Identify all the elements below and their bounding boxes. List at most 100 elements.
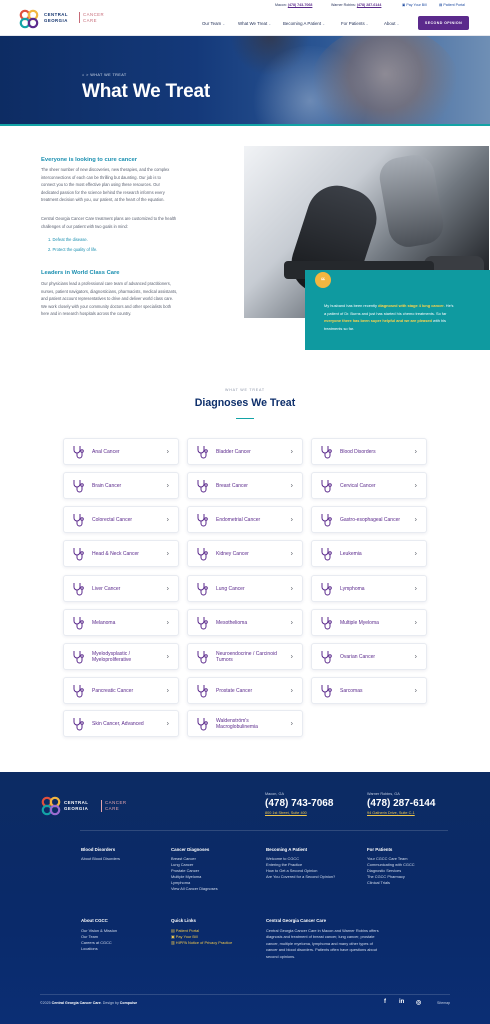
diagnosis-card[interactable]: Colorectal Cancer › bbox=[63, 506, 179, 533]
diagnosis-card[interactable]: Endometrial Cancer › bbox=[187, 506, 303, 533]
footer-list-becoming: Welcome to CGCC Entering the Practice Ho… bbox=[266, 856, 335, 880]
diagnosis-card[interactable]: Head & Neck Cancer › bbox=[63, 540, 179, 567]
chevron-right-icon: › bbox=[290, 720, 293, 727]
cgcc-logo-icon[interactable] bbox=[18, 9, 40, 29]
quote-text: treatments so far. bbox=[324, 325, 355, 331]
logo-line-2: GEORGIA bbox=[44, 17, 68, 23]
wr-contact: Warner Robins: (478) 287-6144 bbox=[331, 3, 381, 7]
diagnosis-label: Myelodysplastic / Myeloproliferative bbox=[92, 650, 132, 663]
diagnosis-card[interactable]: Multiple Myeloma › bbox=[311, 609, 427, 636]
diagnosis-card[interactable]: Pancreatic Cancer › bbox=[63, 677, 179, 704]
stethoscope-icon bbox=[320, 616, 332, 630]
footer-link[interactable]: View All Cancer Diagnoses bbox=[171, 886, 218, 892]
diagnosis-card[interactable]: Waldenström's Macroglobulinemia › bbox=[187, 710, 303, 737]
diagnosis-card[interactable]: Myelodysplastic / Myeloproliferative › bbox=[63, 643, 179, 670]
diagnosis-card[interactable]: Kidney Cancer › bbox=[187, 540, 303, 567]
wr-label: Warner Robins: bbox=[331, 3, 356, 7]
footer-link[interactable]: About Blood Disorders bbox=[81, 856, 120, 862]
nav-becoming-a-patient[interactable]: Becoming A Patient⌄ bbox=[283, 21, 325, 26]
diagnosis-card[interactable]: Lung Cancer › bbox=[187, 575, 303, 602]
stethoscope-icon bbox=[72, 445, 84, 459]
nav-label: About bbox=[384, 21, 396, 26]
diagnosis-card[interactable]: Breast Cancer › bbox=[187, 472, 303, 499]
footer-heading-becoming[interactable]: Becoming A Patient bbox=[266, 847, 307, 852]
nav-what-we-treat[interactable]: What We Treat⌄ bbox=[238, 21, 271, 26]
footer-macon-phone[interactable]: (478) 743-7068 bbox=[265, 798, 333, 809]
diagnosis-card[interactable]: Melanoma › bbox=[63, 609, 179, 636]
intro-heading: Everyone is looking to cure cancer bbox=[41, 157, 138, 163]
logo-sub-2: CARE bbox=[83, 17, 97, 23]
chevron-right-icon: › bbox=[290, 653, 293, 660]
footer-heading-about[interactable]: About CGCC bbox=[81, 918, 108, 923]
linkedin-icon[interactable]: in bbox=[399, 999, 404, 1005]
cgcc-footer-logo-icon[interactable] bbox=[40, 796, 62, 816]
chevron-right-icon: › bbox=[414, 550, 417, 557]
footer-link[interactable]: Are You Covered for a Second Opinion? bbox=[266, 874, 335, 880]
copyright: ©2025 Central Georgia Cancer Care. Desig… bbox=[40, 1001, 137, 1005]
stethoscope-icon bbox=[72, 616, 84, 630]
stethoscope-icon bbox=[320, 547, 332, 561]
designer-link[interactable]: Compulse bbox=[120, 1001, 137, 1005]
chevron-right-icon: › bbox=[414, 585, 417, 592]
patient-portal-link[interactable]: ▤ Patient Portal bbox=[439, 3, 465, 7]
chevron-right-icon: › bbox=[166, 720, 169, 727]
second-opinion-button[interactable]: SECOND OPINION bbox=[418, 16, 469, 30]
sitemap-link[interactable]: Sitemap bbox=[437, 1001, 450, 1005]
diagnosis-card[interactable]: Cervical Cancer › bbox=[311, 472, 427, 499]
logo-wordmark[interactable]: CENTRAL GEORGIA bbox=[44, 12, 68, 23]
footer-heading-cancer[interactable]: Cancer Diagnoses bbox=[171, 847, 209, 852]
chevron-down-icon: ⌄ bbox=[322, 22, 326, 26]
diagnosis-label: Head & Neck Cancer bbox=[92, 550, 139, 557]
diagnosis-label: Endometrial Cancer bbox=[216, 516, 261, 523]
text-line: connect you to the most effective plan u… bbox=[41, 182, 160, 188]
chevron-right-icon: › bbox=[414, 482, 417, 489]
nav-our-team[interactable]: Our Team⌄ bbox=[202, 21, 225, 26]
diagnosis-card[interactable]: Gastro-esophageal Cancer › bbox=[311, 506, 427, 533]
section-eyebrow: WHAT WE TREAT bbox=[225, 388, 265, 392]
footer-link[interactable]: Locations bbox=[81, 946, 117, 952]
instagram-icon[interactable]: ◎ bbox=[416, 999, 421, 1006]
footer-quick-link[interactable]: ▥ HIPPA Notice of Privacy Practice bbox=[171, 940, 232, 946]
chevron-right-icon: › bbox=[290, 550, 293, 557]
wr-phone-link[interactable]: (478) 287-6144 bbox=[357, 3, 382, 7]
diagnosis-card[interactable]: Brain Cancer › bbox=[63, 472, 179, 499]
footer-link-label: Patient Portal bbox=[175, 928, 200, 933]
nav-for-patients[interactable]: For Patients⌄ bbox=[341, 21, 369, 26]
chevron-right-icon: › bbox=[414, 448, 417, 455]
logo-line-1: CENTRAL bbox=[44, 12, 69, 17]
chevron-right-icon: › bbox=[166, 516, 169, 523]
diagnosis-card[interactable]: Mesothelioma › bbox=[187, 609, 303, 636]
chevron-right-icon: › bbox=[290, 619, 293, 626]
footer-heading-patients[interactable]: For Patients bbox=[367, 847, 392, 852]
text-line: diagnosis and treatment of breast cancer… bbox=[266, 934, 375, 940]
diagnosis-card[interactable]: Ovarian Cancer › bbox=[311, 643, 427, 670]
breadcrumb: ⌂ > WHAT WE TREAT bbox=[82, 73, 127, 77]
diagnosis-card[interactable]: Anal Cancer › bbox=[63, 438, 179, 465]
footer-wr-address[interactable]: 94 Gatherin Drive, Suite C-1 bbox=[367, 811, 415, 815]
footer-heading-blood[interactable]: Blood Disorders bbox=[81, 847, 115, 852]
home-icon[interactable]: ⌂ bbox=[82, 73, 85, 77]
diagnosis-card[interactable]: Blood Disorders › bbox=[311, 438, 427, 465]
footer-wr-phone[interactable]: (478) 287-6144 bbox=[367, 798, 435, 809]
diagnosis-card[interactable]: Skin Cancer, Advanced › bbox=[63, 710, 179, 737]
diagnosis-card[interactable]: Liver Cancer › bbox=[63, 575, 179, 602]
diagnosis-card[interactable]: Bladder Cancer › bbox=[187, 438, 303, 465]
nav-about[interactable]: About⌄ bbox=[384, 21, 399, 26]
diagnosis-card[interactable]: Lymphoma › bbox=[311, 575, 427, 602]
macon-phone-link[interactable]: (478) 743-7068 bbox=[288, 3, 313, 7]
footer-list-cancer: Breast Cancer Lung Cancer Prostate Cance… bbox=[171, 856, 218, 892]
diagnosis-card[interactable]: Sarcomas › bbox=[311, 677, 427, 704]
pay-bill-link[interactable]: ▣ Pay Your Bill bbox=[402, 3, 427, 7]
diagnosis-label: Lung Cancer bbox=[216, 585, 245, 592]
footer-macon-address[interactable]: 800 1st Street, Suite 400 bbox=[265, 811, 307, 815]
diagnosis-card[interactable]: Neuroendocrine / Carcinoid Tumors › bbox=[187, 643, 303, 670]
footer-link[interactable]: Clinical Trials bbox=[367, 880, 415, 886]
logo-sub-2: CARE bbox=[105, 806, 120, 811]
footer-logo-wordmark[interactable]: CENTRAL GEORGIA bbox=[64, 800, 88, 812]
diagnosis-card[interactable]: Leukemia › bbox=[311, 540, 427, 567]
diagnosis-label: Liver Cancer bbox=[92, 585, 121, 592]
stethoscope-icon bbox=[196, 547, 208, 561]
facebook-icon[interactable]: f bbox=[384, 999, 386, 1005]
nav-label: Becoming A Patient bbox=[283, 21, 322, 26]
diagnosis-card[interactable]: Prostate Cancer › bbox=[187, 677, 303, 704]
